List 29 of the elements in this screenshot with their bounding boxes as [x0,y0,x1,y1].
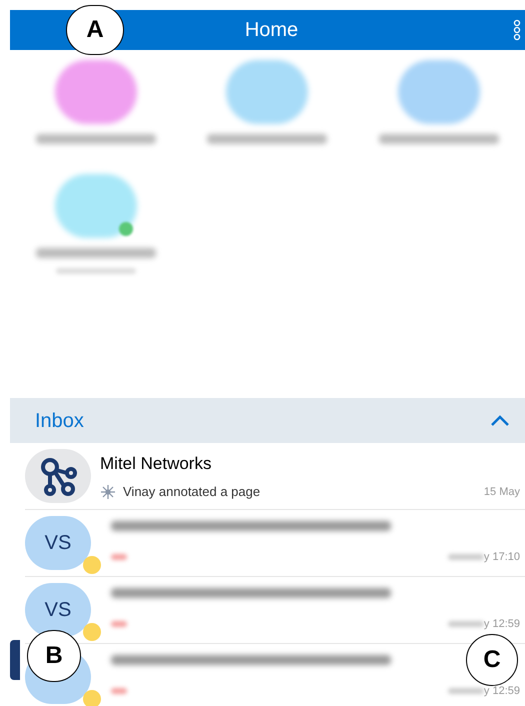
inbox-title: Inbox [35,408,85,434]
message-time: y 17:10 [484,550,520,565]
redacted-preview [111,554,127,560]
inbox-header[interactable]: Inbox [10,398,525,443]
message-time: 15 May [484,484,520,500]
callout-label: C [466,634,518,686]
more-icon[interactable] [513,19,521,41]
avatar: VS [25,516,91,570]
redacted-preview [111,688,127,694]
redacted-date [448,688,484,694]
message-preview: Vinay annotated a page [123,483,262,501]
avatar[interactable] [226,60,308,124]
side-handle[interactable] [10,640,20,680]
network-icon [38,456,78,496]
header-title: Home [244,18,298,43]
message-time: y 12:59 [484,616,520,632]
avatar[interactable] [54,174,137,238]
snowflake-icon [100,484,116,500]
sender-name: Mitel Networks [100,452,212,474]
callout-label: A [66,5,124,55]
redacted-preview [111,621,127,627]
redacted-date [448,621,484,627]
redacted-date [448,554,484,560]
avatar[interactable] [54,60,137,124]
chevron-up-icon[interactable] [490,414,510,426]
message-time: y 12:59 [484,684,520,699]
avatar: VS [25,583,91,637]
inbox-row[interactable]: Mitel Networks Vinay annotated a page 15 May [25,443,525,510]
avatar[interactable] [398,60,480,124]
